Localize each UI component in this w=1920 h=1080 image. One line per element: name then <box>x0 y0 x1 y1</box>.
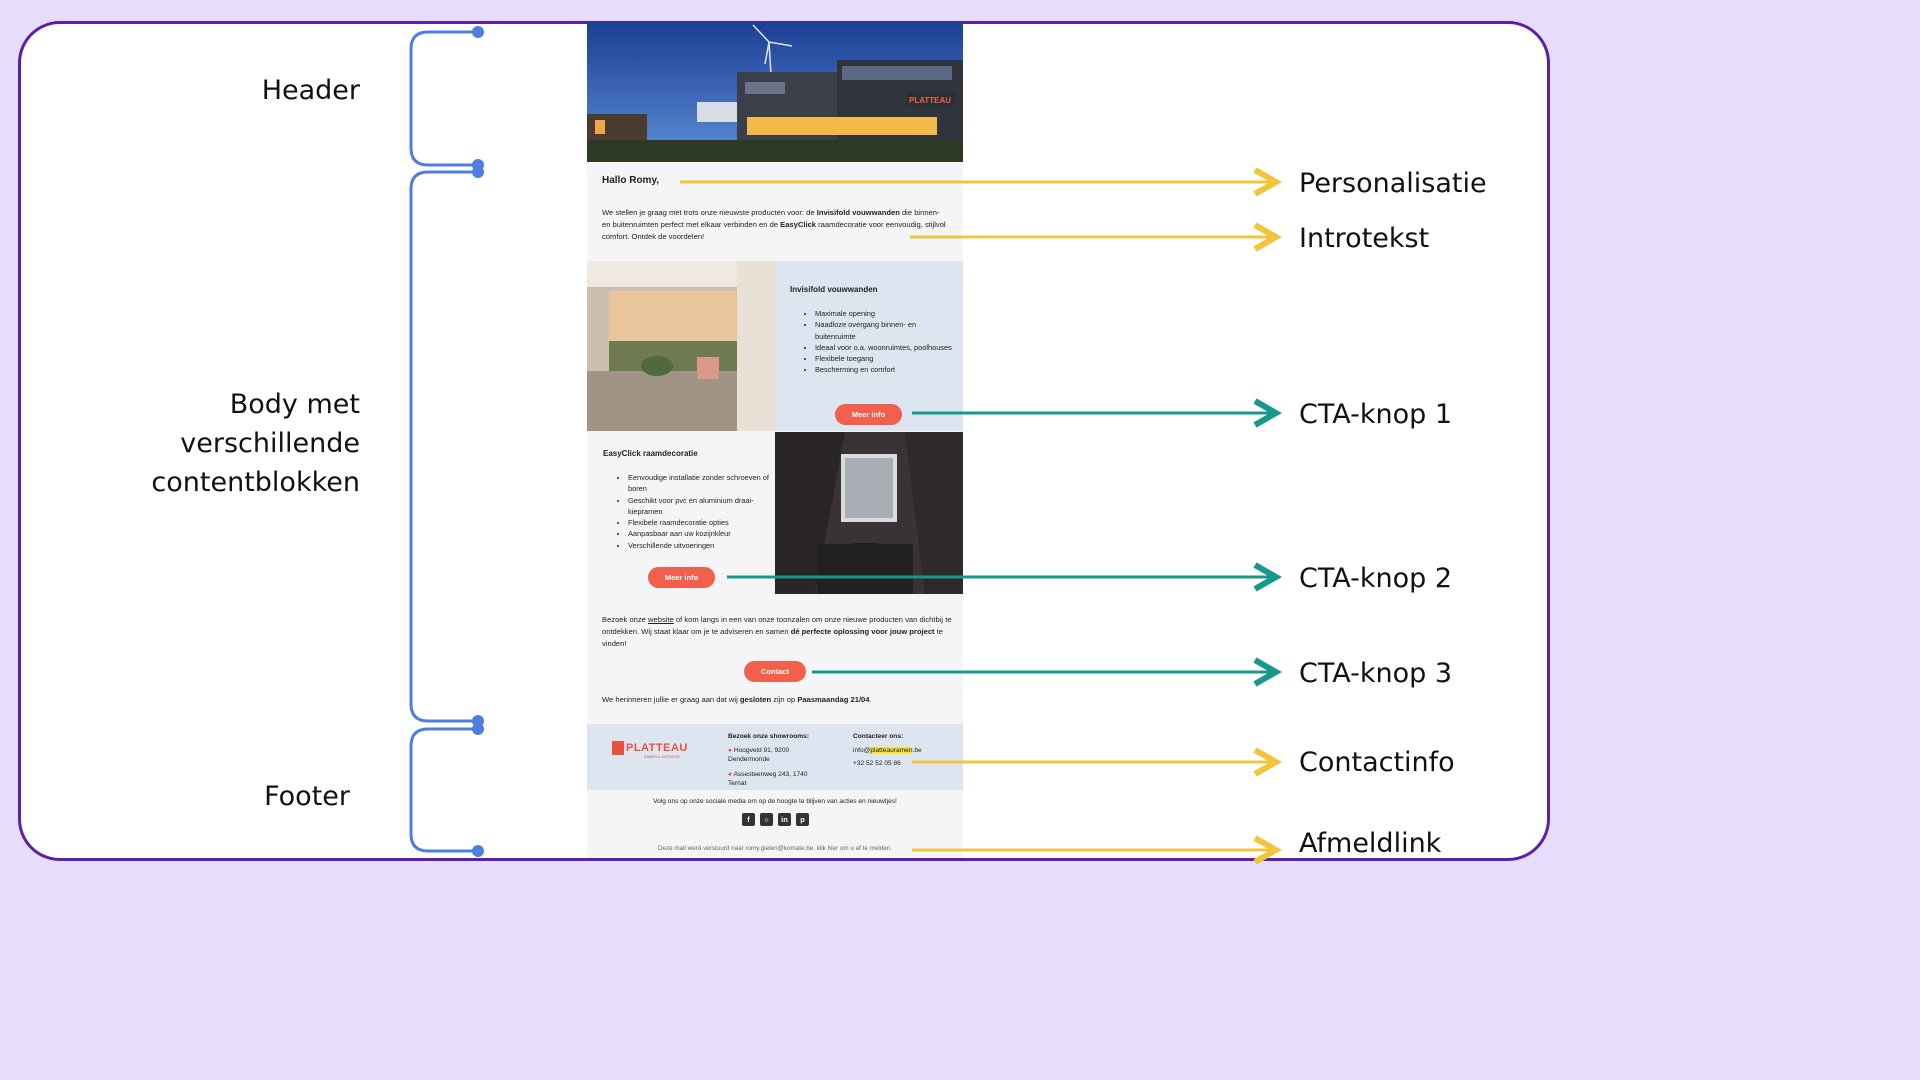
label-body-line3: contentblokken <box>151 467 360 499</box>
cta2-button[interactable]: Meer info <box>648 567 715 588</box>
visit-part1: Bezoek onze <box>602 615 649 624</box>
list-item: Maximale opening <box>815 308 955 319</box>
label-afmeldlink: Afmeldlink <box>1299 828 1442 859</box>
contact-email[interactable]: info@platteauramen.be <box>853 746 958 755</box>
list-item: Bescherming en comfort <box>815 364 955 375</box>
logo-subtitle: RAMEN & OUTDOOR <box>644 755 680 759</box>
footer-logo: PLATTEAU RAMEN & OUTDOOR <box>612 741 688 759</box>
showroom1-line1: Hoogveld 91, 9200 <box>733 747 790 755</box>
cta1-button[interactable]: Meer info <box>835 404 902 425</box>
block-invisifold: Invisifold vouwwanden Maximale opening N… <box>775 261 963 431</box>
block2-list: Eenvoudige installatie zonder schroeven … <box>603 472 771 551</box>
list-item: Verschillende uitvoeringen <box>628 540 771 551</box>
list-item: Flexibele toegang <box>815 353 955 364</box>
intro-bold1: Invisifold vouwwanden <box>816 208 900 217</box>
email-pre: info@ <box>853 747 871 755</box>
website-link[interactable]: website <box>648 615 674 624</box>
remind-bold2: Paasmaandag 21/04 <box>797 695 870 704</box>
showroom1-line2: Dendermonde <box>728 756 770 764</box>
block-easyclick: EasyClick raamdecoratie Eenvoudige insta… <box>587 432 775 594</box>
terrace-image <box>587 261 775 431</box>
list-item: Geschikt voor pvc en aluminium draai-kie… <box>628 495 771 518</box>
list-item: Flexibele raamdecoratie opties <box>628 517 771 528</box>
label-personalisatie: Personalisatie <box>1299 168 1487 199</box>
cta3-contact-button[interactable]: Contact <box>744 661 806 682</box>
block2-title: EasyClick raamdecoratie <box>603 449 698 458</box>
label-body-line1: Body met <box>229 389 360 420</box>
showroom-2: ● Assesteenweg 243, 1740 <box>728 770 838 779</box>
bathroom-image <box>775 432 963 594</box>
pin-icon: ● <box>728 770 732 778</box>
showroom2-line1: Assesteenweg 243, 1740 <box>733 770 808 778</box>
logo-text: PLATTEAU <box>626 742 688 754</box>
remind-part3: . <box>869 695 872 704</box>
instagram-icon[interactable]: ○ <box>760 813 773 826</box>
label-cta1: CTA-knop 1 <box>1299 399 1453 430</box>
unsubscribe-link[interactable]: Deze mail werd verstuurd naar romy.giele… <box>587 845 963 852</box>
list-item: Ideaal voor o.a. woonruimtes, poolhouses <box>815 342 955 353</box>
list-item: Eenvoudige installatie zonder schroeven … <box>628 472 771 495</box>
label-body-line2: verschillende <box>180 428 360 460</box>
facebook-icon[interactable]: f <box>742 813 755 826</box>
label-introtekst: Introtekst <box>1299 223 1430 254</box>
remind-bold1: gesloten <box>739 695 772 704</box>
label-footer: Footer <box>264 781 350 812</box>
label-cta3: CTA-knop 3 <box>1299 658 1453 689</box>
remind-part1: We herinneren jullie er graag aan dat wi… <box>602 695 740 704</box>
pinterest-icon[interactable]: p <box>796 813 809 826</box>
list-item: Aanpasbaar aan uw kozijnkleur <box>628 528 771 539</box>
hero-logo: PLATTEAU <box>909 96 951 105</box>
linkedin-icon[interactable]: in <box>778 813 791 826</box>
social-icons: f ○ in p <box>742 813 809 826</box>
visit-bold: dé perfecte oplossing voor jouw project <box>790 626 935 636</box>
contact-title: Contacteer ons: <box>853 733 904 740</box>
greeting: Hallo Romy, <box>602 175 660 186</box>
label-contactinfo: Contactinfo <box>1299 747 1455 778</box>
visit-text: Bezoek onze website of kom langs in een … <box>602 614 952 649</box>
showrooms-title: Bezoek onze showrooms: <box>728 733 809 740</box>
block1-list: Maximale opening Naadloze overgang binne… <box>790 308 955 376</box>
intro-text: We stellen je graag met trots onze nieuw… <box>602 207 948 242</box>
footer-contact: PLATTEAU RAMEN & OUTDOOR Bezoek onze sho… <box>587 724 963 790</box>
block1-title: Invisifold vouwwanden <box>790 285 878 294</box>
label-header: Header <box>261 75 360 106</box>
label-cta2: CTA-knop 2 <box>1299 563 1453 594</box>
hero-image: PLATTEAU <box>587 22 963 162</box>
remind-part2: zijn op <box>771 695 798 704</box>
intro-bold2: EasyClick <box>780 219 817 229</box>
logo-mark-icon <box>612 741 624 755</box>
label-body: Body met verschillende contentblokken <box>60 385 360 502</box>
showrooms: Bezoek onze showrooms: ● Hoogveld 91, 92… <box>728 732 838 788</box>
email-post: .be <box>912 747 922 755</box>
contact-phone[interactable]: +32 52 52 05 86 <box>853 759 958 768</box>
email-preview: PLATTEAU Hallo Romy, We stellen je graag… <box>587 22 963 858</box>
contact-us: Contacteer ons: info@platteauramen.be +3… <box>853 732 958 769</box>
reminder-text: We herinneren jullie er graag aan dat wi… <box>602 695 872 704</box>
social-text: Volg ons op onze sociale media om op de … <box>653 798 897 805</box>
email-highlight: platteauramen <box>870 747 913 755</box>
pin-icon: ● <box>728 747 732 755</box>
list-item: Naadloze overgang binnen- en buitenruimt… <box>815 319 955 342</box>
showroom-1: ● Hoogveld 91, 9200 <box>728 746 838 755</box>
intro-part1: We stellen je graag met trots onze nieuw… <box>602 208 817 217</box>
showroom2-line2: Ternat <box>728 779 747 787</box>
